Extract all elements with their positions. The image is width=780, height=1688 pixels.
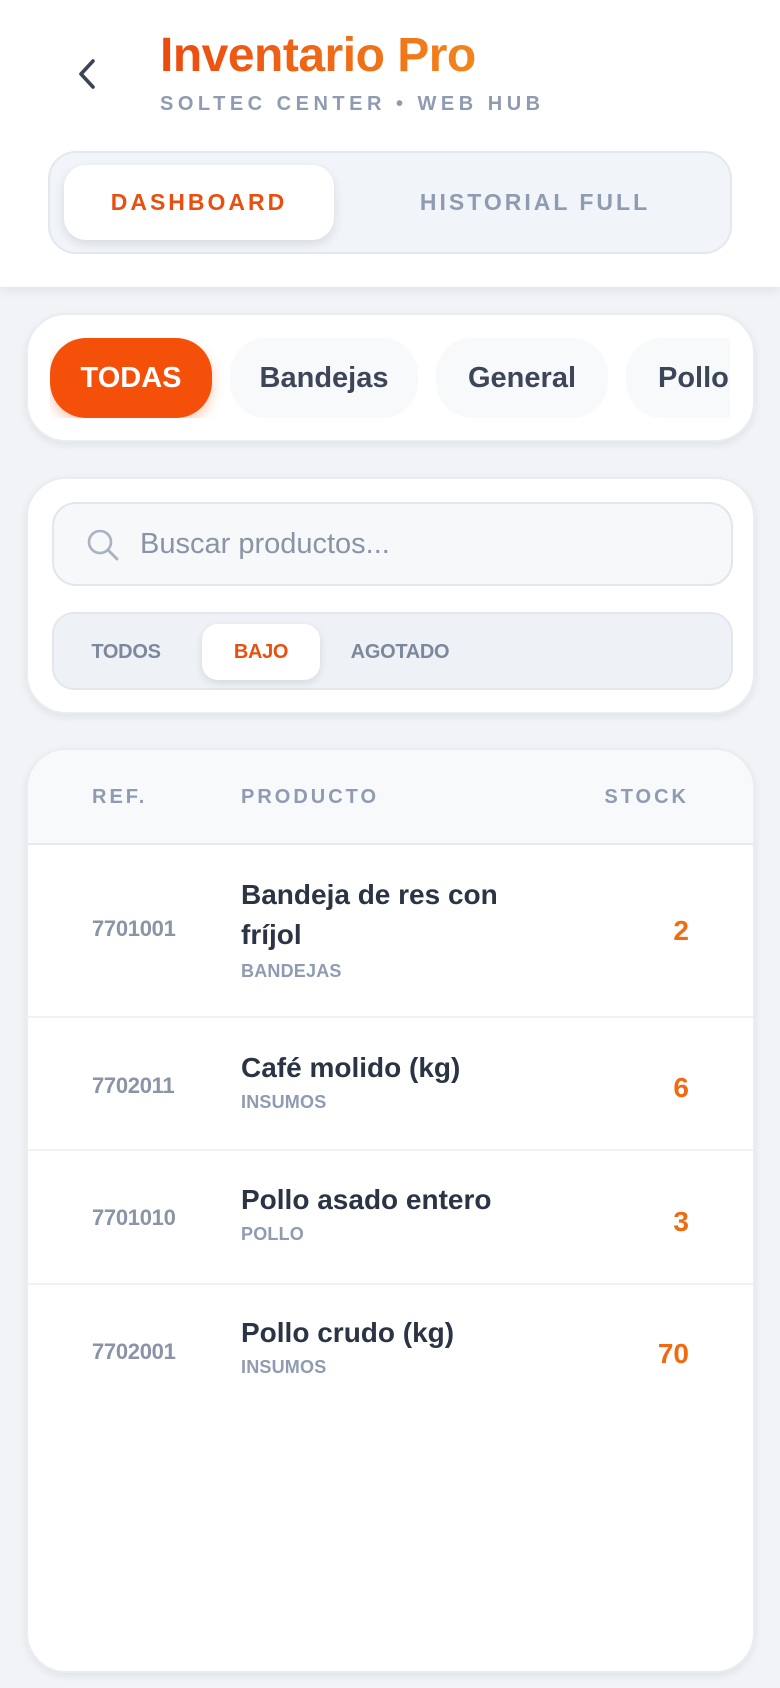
category-chip-general[interactable]: General: [436, 338, 608, 418]
row-stock: 6: [673, 1072, 689, 1103]
row-ref: 7702001: [92, 1339, 176, 1364]
stock-filter-agotado[interactable]: AGOTADO: [338, 624, 462, 680]
table-row[interactable]: 7702011 Café molido (kg) INSUMOS 6: [28, 1018, 753, 1151]
table-row[interactable]: 7702001 Pollo crudo (kg) INSUMOS 70: [28, 1285, 753, 1419]
tab-dashboard[interactable]: DASHBOARD: [64, 165, 334, 240]
column-header-stock: STOCK: [604, 786, 689, 808]
table-row[interactable]: 7701001 Bandeja de res con fríjol BANDEJ…: [28, 845, 753, 1018]
row-category: INSUMOS: [241, 1357, 327, 1377]
inventory-table: REF. PRODUCTO STOCK 7701001 Bandeja de r…: [26, 748, 755, 1673]
back-button[interactable]: [64, 50, 112, 98]
row-category: POLLO: [241, 1224, 304, 1244]
category-chip-bandejas[interactable]: Bandejas: [230, 338, 418, 418]
table-header: REF. PRODUCTO STOCK: [28, 750, 753, 845]
row-stock: 2: [673, 915, 689, 946]
row-ref: 7701001: [92, 916, 176, 941]
stock-filter-bajo[interactable]: BAJO: [202, 624, 320, 680]
app-header: Inventario Pro SOLTEC CENTER • WEB HUB D…: [0, 0, 780, 287]
row-product-name: Café molido (kg): [241, 1052, 461, 1083]
app-subtitle: SOLTEC CENTER • WEB HUB: [160, 93, 545, 115]
column-header-product: PRODUCTO: [241, 786, 380, 808]
row-product-name: Pollo asado entero: [241, 1184, 492, 1215]
row-category: BANDEJAS: [241, 961, 342, 981]
row-ref: 7702011: [92, 1073, 175, 1098]
row-ref: 7701010: [92, 1205, 176, 1230]
category-chip-todas[interactable]: TODAS: [50, 338, 212, 418]
column-header-ref: REF.: [92, 786, 148, 808]
category-chip-pollo[interactable]: Pollo: [626, 338, 730, 418]
category-chip-list[interactable]: TODAS Bandejas General Pollo: [50, 338, 730, 418]
row-stock: 70: [657, 1338, 689, 1369]
search-input[interactable]: [140, 518, 710, 570]
row-product-name: Pollo crudo (kg): [241, 1317, 455, 1348]
view-switcher: DASHBOARD HISTORIAL FULL: [48, 151, 732, 254]
chevron-left-icon: [79, 59, 95, 89]
search-icon: [87, 529, 119, 561]
search-box[interactable]: [52, 502, 733, 586]
search-filter-card: TODOS BAJO AGOTADO: [26, 477, 755, 714]
row-product-name: Bandeja de res con fríjol: [241, 879, 498, 950]
category-filter-card: TODAS Bandejas General Pollo: [26, 313, 755, 442]
stock-filter-todos[interactable]: TODOS: [72, 624, 180, 680]
app-title: Inventario Pro: [160, 29, 476, 82]
row-category: INSUMOS: [241, 1092, 327, 1112]
row-stock: 3: [673, 1206, 689, 1237]
tab-historial-full[interactable]: HISTORIAL FULL: [350, 165, 720, 240]
table-row[interactable]: 7701010 Pollo asado entero POLLO 3: [28, 1151, 753, 1285]
stock-status-filter: TODOS BAJO AGOTADO: [52, 612, 733, 690]
